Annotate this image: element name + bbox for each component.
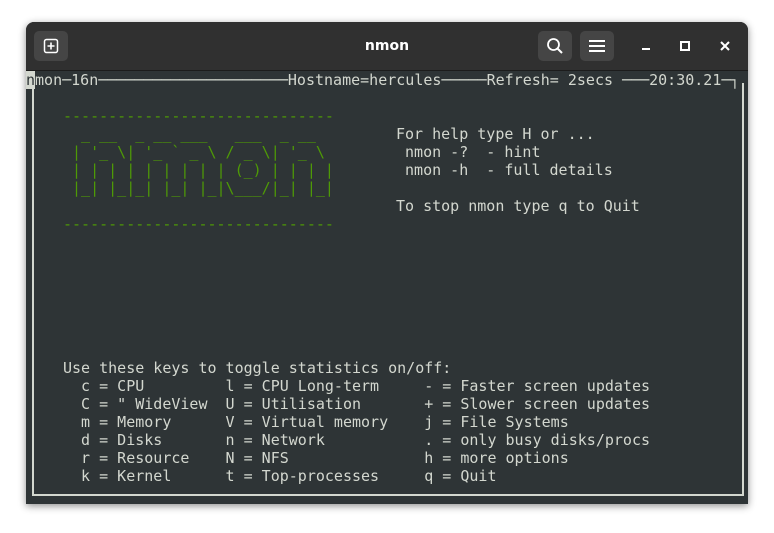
text-cursor: n [26,71,36,89]
help-line: To stop nmon type q to Quit [396,197,640,215]
nmon-header-line: nmon─16n─────────────────────Hostname=he… [26,71,739,89]
hamburger-menu-icon [589,40,605,52]
key-row: c = CPU l = CPU Long-term - = Faster scr… [63,377,650,395]
title-bar[interactable]: nmon [26,22,748,71]
key-row: k = Kernel t = Top-processes q = Quit [63,467,497,485]
menu-button[interactable] [580,31,614,61]
logo-line: _ __ _ __ ___ ___ _ __ [63,125,334,143]
help-line: For help type H or ... [396,125,595,143]
help-line: nmon -? - hint [396,143,541,161]
maximize-button[interactable] [673,34,697,58]
keys-title: Use these keys to toggle statistics on/o… [63,359,452,377]
help-line: nmon -h - full details [396,161,613,179]
logo-line: | '_ \| '_ ` _ \ / _ \| '_ \ [63,143,334,161]
logo-line: ------------------------------ [63,107,334,125]
terminal-window: nmon nmon─16n─────────────────────Hostna… [26,22,748,504]
maximize-icon [680,41,690,51]
key-row: m = Memory V = Virtual memory j = File S… [63,413,569,431]
key-row: r = Resource N = NFS h = more options [63,449,569,467]
key-row: C = " WideView U = Utilisation + = Slowe… [63,395,650,413]
logo-line: |_| |_|_| |_| |_|\___/|_| |_| [63,179,334,197]
search-button[interactable] [538,31,572,61]
nmon-header: mon─16n─────────────────────Hostname=her… [35,71,740,89]
key-row: d = Disks n = Network . = only busy disk… [63,431,650,449]
search-icon [547,38,563,54]
logo-line: | | | | | | | | | (_) | | | | [63,161,334,179]
close-button[interactable] [713,34,737,58]
terminal-content[interactable]: nmon─16n─────────────────────Hostname=he… [26,71,748,504]
close-icon [720,41,730,51]
logo-line: ------------------------------ [63,215,334,233]
minimize-icon [642,48,650,50]
minimize-button[interactable] [634,34,658,58]
